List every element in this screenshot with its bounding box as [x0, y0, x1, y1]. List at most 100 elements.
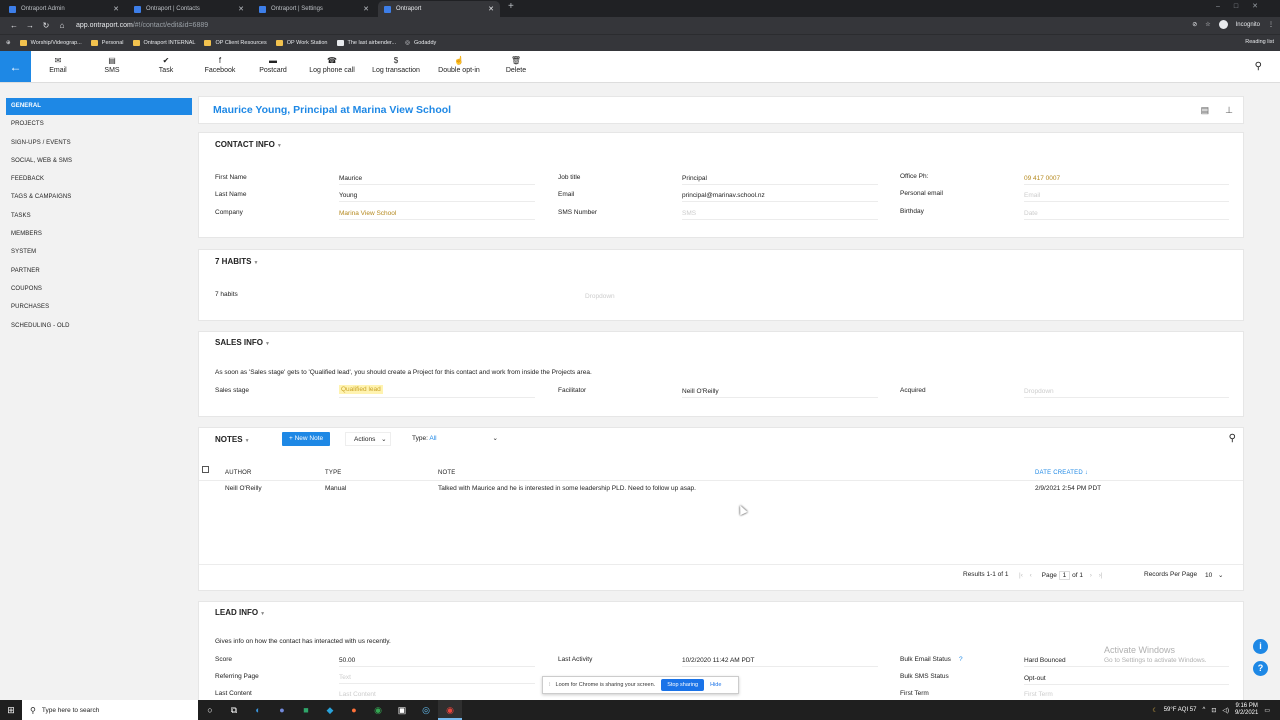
sidebar-item-tags[interactable]: TAGS & CAMPAIGNS: [6, 189, 192, 206]
app-icon[interactable]: ◆: [318, 705, 342, 716]
maximize-icon[interactable]: □: [1234, 3, 1252, 10]
sidebar-item-general[interactable]: GENERAL: [6, 98, 192, 115]
referring-page-field[interactable]: Text: [339, 674, 351, 681]
sms-action[interactable]: ▤ SMS: [102, 56, 122, 74]
bookmark-item[interactable]: ◎ Godaddy: [405, 40, 436, 46]
first-page-icon[interactable]: |‹: [1019, 572, 1023, 579]
close-tab-icon[interactable]: ✕: [113, 5, 119, 13]
bookmark-item[interactable]: Ontraport INTERNAL: [132, 40, 195, 46]
bookmark-item[interactable]: OP Client Resources: [204, 40, 267, 46]
reading-list-link[interactable]: Reading list: [1245, 39, 1274, 45]
discord-icon[interactable]: ●: [270, 705, 294, 715]
postcard-action[interactable]: ▬ Postcard: [256, 56, 290, 74]
stop-sharing-button[interactable]: Stop sharing: [661, 679, 705, 691]
window-controls[interactable]: –□✕: [1216, 2, 1272, 10]
browser-tab[interactable]: Ontraport | Settings ✕: [253, 1, 375, 17]
browser-tab[interactable]: Ontraport | Contacts ✕: [128, 1, 250, 17]
section-title[interactable]: 7 HABITS ▼: [215, 257, 258, 266]
taskbar-search-input[interactable]: ⚲ Type here to search: [22, 700, 198, 720]
actions-dropdown[interactable]: Actions ⌄: [345, 432, 391, 446]
chrome-icon[interactable]: ◉: [366, 705, 390, 716]
incognito-icon[interactable]: [1218, 20, 1228, 29]
back-icon[interactable]: ←: [6, 21, 22, 30]
reload-icon[interactable]: ↻: [38, 21, 54, 30]
bookmark-star-icon[interactable]: ☆: [1205, 21, 1210, 28]
acquired-dropdown[interactable]: Dropdown: [1024, 388, 1054, 395]
firefox-icon[interactable]: ●: [342, 705, 366, 715]
bookmark-item[interactable]: Personal: [90, 40, 124, 46]
sidebar-item-system[interactable]: SYSTEM: [6, 244, 192, 261]
back-button[interactable]: ←: [0, 51, 31, 82]
close-window-icon[interactable]: ✕: [1252, 3, 1272, 10]
app-icon[interactable]: ▣: [390, 705, 414, 716]
last-page-icon[interactable]: ›|: [1099, 572, 1103, 579]
next-page-icon[interactable]: ›: [1090, 572, 1092, 579]
records-per-page-select[interactable]: 10 ⌄: [1205, 571, 1224, 579]
birthday-field[interactable]: Date: [1024, 210, 1038, 217]
section-title[interactable]: LEAD INFO ▼: [215, 608, 265, 617]
sidebar-item-social[interactable]: SOCIAL, WEB & SMS: [6, 153, 192, 170]
section-title[interactable]: CONTACT INFO ▼: [215, 140, 282, 149]
forward-icon[interactable]: →: [22, 21, 38, 30]
delete-action[interactable]: 🗑 Delete: [504, 56, 528, 74]
tracking-icon[interactable]: ⊘: [1192, 21, 1197, 28]
tray-overflow-icon[interactable]: ^: [1202, 707, 1205, 713]
section-title[interactable]: SALES INFO ▼: [215, 338, 270, 347]
info-icon[interactable]: i: [1253, 639, 1268, 654]
bookmark-item[interactable]: Worship/Videograp...: [19, 40, 82, 46]
sidebar-item-projects[interactable]: PROJECTS: [6, 116, 192, 133]
profile-label[interactable]: Incognito: [1236, 22, 1260, 28]
task-view-icon[interactable]: ⧉: [222, 705, 246, 716]
bookmark-item[interactable]: The last airbender...: [336, 40, 396, 46]
drag-handle-icon[interactable]: ⁞: [549, 682, 551, 688]
last-name-field[interactable]: Young: [339, 192, 357, 199]
type-filter-dropdown[interactable]: Type: All ⌄: [404, 432, 504, 446]
first-term-field[interactable]: First Term: [1024, 691, 1053, 698]
column-header-author[interactable]: AUTHOR: [225, 470, 252, 476]
column-header-type[interactable]: TYPE: [325, 470, 341, 476]
column-header-note[interactable]: NOTE: [438, 470, 455, 476]
notifications-icon[interactable]: ▭: [1264, 707, 1270, 714]
facebook-action[interactable]: f Facebook: [202, 56, 238, 74]
log-phone-call-action[interactable]: ☎ Log phone call: [306, 56, 358, 74]
task-action[interactable]: ✔ Task: [156, 56, 176, 74]
volume-icon[interactable]: ◁): [1222, 707, 1229, 714]
sidebar-item-feedback[interactable]: FEEDBACK: [6, 171, 192, 188]
close-tab-icon[interactable]: ✕: [488, 5, 494, 13]
habits-dropdown[interactable]: Dropdown: [585, 293, 615, 300]
sms-number-field[interactable]: SMS: [682, 210, 696, 217]
help-icon[interactable]: ?: [1253, 661, 1268, 676]
edge-icon[interactable]: ◐: [246, 705, 270, 715]
hide-share-bar-link[interactable]: Hide: [710, 682, 721, 688]
new-note-button[interactable]: + New Note: [282, 432, 331, 446]
close-tab-icon[interactable]: ✕: [238, 5, 244, 13]
sidebar-item-members[interactable]: MEMBERS: [6, 226, 192, 243]
section-title[interactable]: NOTES ▼: [215, 435, 250, 444]
email-action[interactable]: ✉ Email: [47, 56, 69, 74]
sales-stage-dropdown[interactable]: Qualified lead: [339, 385, 383, 394]
column-header-date-created[interactable]: DATE CREATED ↓: [1035, 470, 1088, 476]
log-transaction-action[interactable]: $ Log transaction: [368, 56, 424, 74]
sidebar-item-tasks[interactable]: TASKS: [6, 208, 192, 225]
select-all-checkbox[interactable]: [202, 466, 209, 473]
steam-icon[interactable]: ◎: [414, 705, 438, 716]
app-icon[interactable]: ■: [294, 705, 318, 715]
new-tab-button[interactable]: +: [508, 1, 514, 17]
notes-search-icon[interactable]: ⚲: [1229, 433, 1236, 444]
facilitator-dropdown[interactable]: Neill O'Reilly: [682, 388, 719, 395]
pin-icon[interactable]: ⊥: [1225, 105, 1233, 115]
chrome-incognito-icon[interactable]: ◉: [438, 700, 462, 720]
search-icon[interactable]: ⚲: [1255, 61, 1262, 72]
first-name-field[interactable]: Maurice: [339, 175, 362, 182]
prev-page-icon[interactable]: ‹: [1030, 572, 1032, 579]
network-icon[interactable]: ⊡: [1211, 707, 1216, 714]
cortana-icon[interactable]: ○: [198, 705, 222, 715]
url-field[interactable]: app.ontraport.com/#!/contact/edit&id=688…: [76, 22, 208, 29]
personal-email-field[interactable]: Email: [1024, 192, 1040, 199]
card-view-icon[interactable]: ▤: [1201, 105, 1210, 115]
sidebar-item-signups[interactable]: SIGN-UPS / EVENTS: [6, 135, 192, 152]
taskbar-clock[interactable]: 9:16 PM 9/2/2021: [1235, 703, 1258, 717]
menu-icon[interactable]: ⋮: [1268, 21, 1274, 28]
double-opt-in-action[interactable]: ☝ Double opt-in: [435, 56, 483, 74]
office-phone-field[interactable]: 09 417 0007: [1024, 175, 1060, 182]
